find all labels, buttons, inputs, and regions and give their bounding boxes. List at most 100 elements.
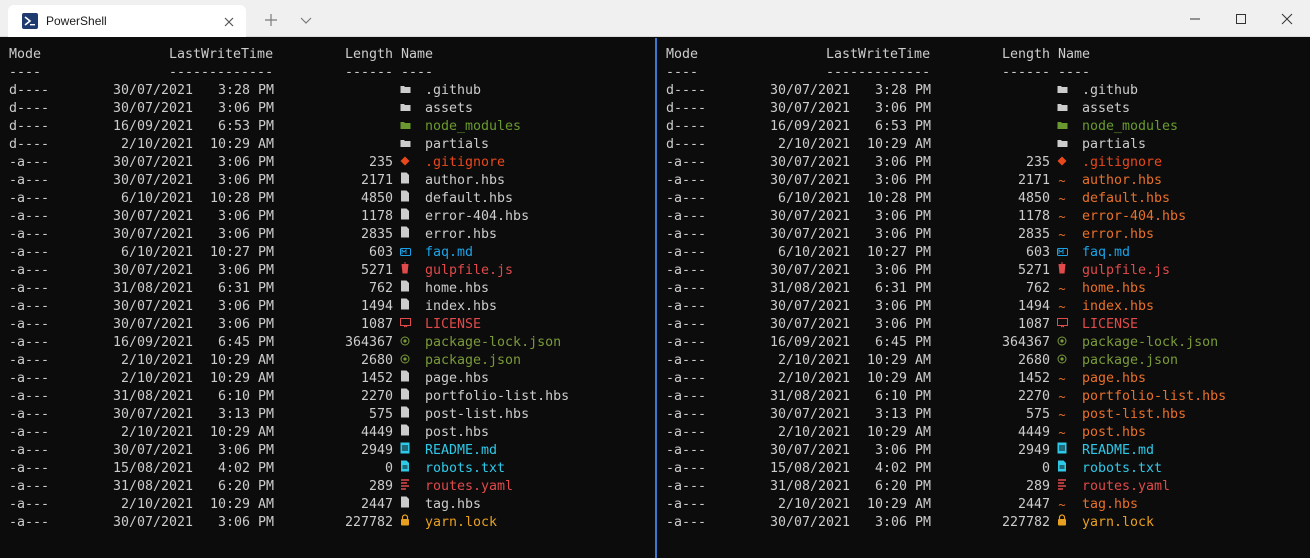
entry-name[interactable]: home.hbs	[1082, 280, 1146, 298]
entry-name[interactable]: error.hbs	[1082, 226, 1154, 244]
entry-name[interactable]: partials	[425, 136, 489, 154]
entry-name[interactable]: robots.txt	[1082, 460, 1162, 478]
entry-name[interactable]: author.hbs	[1082, 172, 1162, 190]
entry-name[interactable]: error-404.hbs	[425, 208, 529, 226]
entry-date: 16/09/2021	[112, 335, 193, 350]
entry-name[interactable]: tag.hbs	[425, 496, 481, 514]
entry-date: 30/07/2021	[112, 299, 193, 314]
terminal-pane-right[interactable]: Mode LastWriteTime Length Name ---- ---------…	[657, 38, 1310, 558]
entry-name[interactable]: page.hbs	[1082, 370, 1146, 388]
entry-mode: d----	[9, 137, 50, 152]
entry-name[interactable]: error-404.hbs	[1082, 208, 1186, 226]
entry-name[interactable]: node_modules	[1082, 118, 1178, 136]
entry-length: 575	[368, 407, 393, 422]
entry-name[interactable]: author.hbs	[425, 172, 505, 190]
entry-date: 30/07/2021	[769, 173, 850, 188]
entry-name[interactable]: README.md	[1082, 442, 1154, 460]
entry-name[interactable]: yarn.lock	[1082, 514, 1154, 532]
entry-name[interactable]: faq.md	[1082, 244, 1130, 262]
entry-length: 762	[1025, 281, 1050, 296]
tab-powershell[interactable]: PowerShell	[8, 5, 246, 37]
entry-name[interactable]: package-lock.json	[1082, 334, 1218, 352]
markdown-icon	[1056, 244, 1068, 262]
entry-name[interactable]: partials	[1082, 136, 1146, 154]
entry-name[interactable]: post.hbs	[425, 424, 489, 442]
entry-date: 15/08/2021	[769, 461, 850, 476]
entry-name[interactable]: error.hbs	[425, 226, 497, 244]
entry-name[interactable]: .github	[1082, 82, 1138, 100]
entry-name[interactable]: routes.yaml	[425, 478, 513, 496]
entry-date: 30/07/2021	[112, 317, 193, 332]
entry-date: 16/09/2021	[769, 335, 850, 350]
entry-name[interactable]: LICENSE	[1082, 316, 1138, 334]
close-window-button[interactable]	[1264, 0, 1310, 37]
entry-date: 31/08/2021	[769, 479, 850, 494]
entry-date: 2/10/2021	[777, 353, 850, 368]
entry-time: 3:13 PM	[874, 407, 931, 422]
entry-mode: -a---	[9, 461, 50, 476]
entry-time: 6:45 PM	[874, 335, 931, 350]
entry-time: 10:29 AM	[209, 371, 274, 386]
entry-length: 603	[1025, 245, 1050, 260]
entry-name[interactable]: index.hbs	[425, 298, 497, 316]
folder-icon	[399, 100, 411, 118]
entry-name[interactable]: LICENSE	[425, 316, 481, 334]
entry-length: 1452	[1017, 371, 1050, 386]
entry-name[interactable]: gulpfile.js	[425, 262, 513, 280]
entry-name[interactable]: robots.txt	[425, 460, 505, 478]
entry-name[interactable]: portfolio-list.hbs	[425, 388, 569, 406]
entry-name[interactable]: package-lock.json	[425, 334, 561, 352]
entry-date: 6/10/2021	[120, 191, 193, 206]
entry-date: 31/08/2021	[112, 389, 193, 404]
text-file-icon	[1056, 460, 1068, 478]
entry-length: 1087	[360, 317, 393, 332]
entry-name[interactable]: home.hbs	[425, 280, 489, 298]
header-lastwritetime: LastWriteTime	[826, 47, 931, 62]
entry-length: 4850	[1017, 191, 1050, 206]
entry-time: 10:28 PM	[866, 191, 931, 206]
entry-mode: -a---	[666, 155, 707, 170]
minimize-button[interactable]	[1172, 0, 1218, 37]
tilde-icon: ~	[1058, 498, 1066, 512]
entry-length: 2171	[1017, 173, 1050, 188]
entry-name[interactable]: package.json	[1082, 352, 1178, 370]
chevron-down-icon[interactable]	[298, 13, 314, 27]
terminal-pane-left[interactable]: Mode LastWriteTime Length Name ---- ---------…	[0, 38, 653, 558]
entry-name[interactable]: post.hbs	[1082, 424, 1146, 442]
entry-mode: -a---	[666, 299, 707, 314]
entry-name[interactable]: node_modules	[425, 118, 521, 136]
entry-name[interactable]: .github	[425, 82, 481, 100]
entry-name[interactable]: README.md	[425, 442, 497, 460]
entry-length: 227782	[1001, 515, 1050, 530]
entry-name[interactable]: post-list.hbs	[425, 406, 529, 424]
entry-name[interactable]: default.hbs	[1082, 190, 1170, 208]
git-icon	[1056, 154, 1068, 172]
entry-name[interactable]: gulpfile.js	[1082, 262, 1170, 280]
new-tab-button[interactable]	[262, 11, 280, 29]
header-mode-separator: ----	[666, 65, 699, 80]
entry-time: 6:53 PM	[217, 119, 274, 134]
close-tab-icon[interactable]	[222, 14, 236, 28]
entry-name[interactable]: .gitignore	[425, 154, 505, 172]
entry-mode: -a---	[9, 497, 50, 512]
entry-name[interactable]: routes.yaml	[1082, 478, 1170, 496]
entry-length: 2270	[1017, 389, 1050, 404]
entry-time: 3:28 PM	[217, 83, 274, 98]
entry-name[interactable]: index.hbs	[1082, 298, 1154, 316]
entry-name[interactable]: faq.md	[425, 244, 473, 262]
entry-mode: -a---	[666, 173, 707, 188]
entry-name[interactable]: post-list.hbs	[1082, 406, 1186, 424]
entry-name[interactable]: package.json	[425, 352, 521, 370]
entry-name[interactable]: default.hbs	[425, 190, 513, 208]
entry-name[interactable]: portfolio-list.hbs	[1082, 388, 1226, 406]
entry-name[interactable]: assets	[1082, 100, 1130, 118]
entry-length: 762	[368, 281, 393, 296]
entry-name[interactable]: yarn.lock	[425, 514, 497, 532]
entry-name[interactable]: assets	[425, 100, 473, 118]
entry-name[interactable]: tag.hbs	[1082, 496, 1138, 514]
entry-name[interactable]: page.hbs	[425, 370, 489, 388]
maximize-button[interactable]	[1218, 0, 1264, 37]
tilde-icon: ~	[1058, 228, 1066, 242]
entry-name[interactable]: .gitignore	[1082, 154, 1162, 172]
entry-date: 30/07/2021	[769, 407, 850, 422]
